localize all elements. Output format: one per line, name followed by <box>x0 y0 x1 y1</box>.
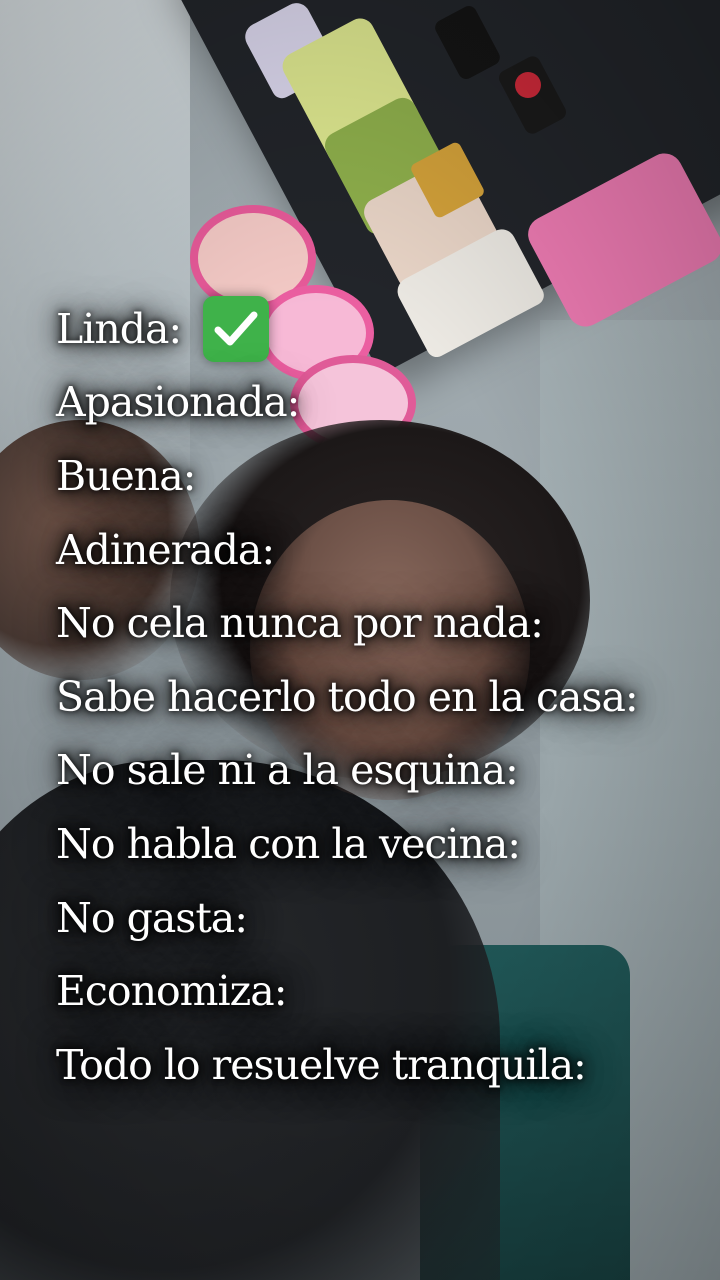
overlay-line-todo-lo-resuelve: Todo lo resuelve tranquila: <box>56 1028 696 1102</box>
overlay-line-text: Todo lo resuelve tranquila: <box>56 1040 587 1089</box>
overlay-line-no-sale: No sale ni a la esquina: <box>56 734 696 808</box>
overlay-line-buena: Buena: <box>56 439 696 513</box>
overlay-line-text: No habla con la vecina: <box>56 819 521 868</box>
overlay-line-linda: Linda: <box>56 292 696 366</box>
overlay-line-text: Apasionada: <box>56 378 300 427</box>
overlay-line-text: No gasta: <box>56 893 248 942</box>
overlay-line-text: No sale ni a la esquina: <box>56 746 519 795</box>
overlay-line-text: Adinerada: <box>56 525 275 574</box>
overlay-line-no-habla: No habla con la vecina: <box>56 807 696 881</box>
overlay-line-sabe-hacerlo: Sabe hacerlo todo en la casa: <box>56 660 696 734</box>
overlay-line-text: Economiza: <box>56 967 288 1016</box>
check-mark-button-icon <box>203 295 270 362</box>
text-overlay: Linda: Apasionada: Buena: Adinerada: No … <box>56 292 696 1102</box>
overlay-line-apasionada: Apasionada: <box>56 366 696 440</box>
overlay-line-adinerada: Adinerada: <box>56 513 696 587</box>
overlay-line-economiza: Economiza: <box>56 954 696 1028</box>
overlay-line-no-gasta: No gasta: <box>56 881 696 955</box>
overlay-line-text: Buena: <box>56 451 196 500</box>
overlay-line-text: Linda: <box>56 304 182 353</box>
overlay-line-text: No cela nunca por nada: <box>56 599 544 648</box>
overlay-line-text: Sabe hacerlo todo en la casa: <box>56 672 639 721</box>
overlay-line-no-cela: No cela nunca por nada: <box>56 586 696 660</box>
